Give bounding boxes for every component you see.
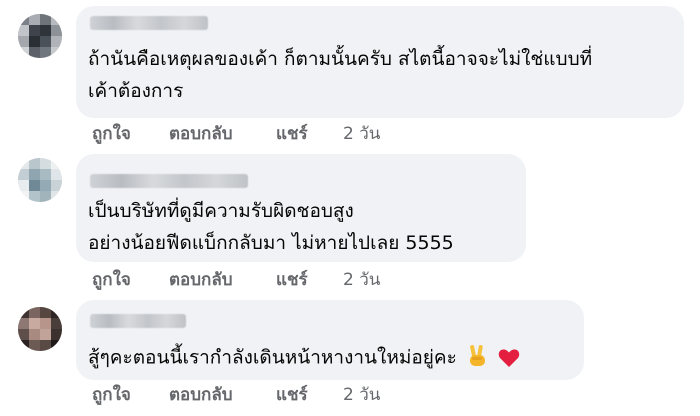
avatar[interactable] <box>18 14 62 58</box>
red-heart-icon <box>498 349 520 367</box>
author-name-redacted[interactable] <box>90 174 248 188</box>
comment-text-line: เค้าต้องการ <box>88 80 184 102</box>
comment-2: เป็นบริษัทที่ดูมีความรับผิดชอบสูง อย่างน… <box>0 150 700 295</box>
author-name-redacted[interactable] <box>90 16 208 30</box>
comment-3: สู้ๆคะตอนนี้เรากำลังเดินหน้าหางานใหม่อยู… <box>0 295 700 416</box>
timestamp[interactable]: 2 วัน <box>343 123 380 145</box>
timestamp[interactable]: 2 วัน <box>343 384 380 406</box>
comment-text: สู้ๆคะตอนนี้เรากำลังเดินหน้าหางานใหม่อยู… <box>88 346 457 369</box>
comment-bubble: เป็นบริษัทที่ดูมีความรับผิดชอบสูง อย่างน… <box>76 154 526 262</box>
avatar[interactable] <box>18 307 62 351</box>
comment-text-line: เป็นบริษัทที่ดูมีความรับผิดชอบสูง <box>88 200 354 222</box>
comment-bubble: สู้ๆคะตอนนี้เรากำลังเดินหน้าหางานใหม่อยู… <box>76 300 584 380</box>
comment-text-line: สู้ๆคะตอนนี้เรากำลังเดินหน้าหางานใหม่อยู… <box>88 344 520 372</box>
share-button[interactable]: แชร์ <box>276 384 308 406</box>
reply-button[interactable]: ตอบกลับ <box>169 384 233 406</box>
timestamp[interactable]: 2 วัน <box>343 269 380 291</box>
reply-button[interactable]: ตอบกลับ <box>169 123 233 145</box>
share-button[interactable]: แชร์ <box>276 123 308 145</box>
comment-text-line: อย่างน้อยฟีดแบ็กกลับมา ไม่หายไปเลย 5555 <box>88 232 454 254</box>
reply-button[interactable]: ตอบกลับ <box>169 269 233 291</box>
emoji-group <box>467 344 520 372</box>
like-button[interactable]: ถูกใจ <box>92 123 131 145</box>
comment-bubble: ถ้านันคือเหตุผลของเค้า ก็ตามนั้นครับ สไต… <box>76 6 684 118</box>
victory-hand-icon <box>469 345 485 366</box>
share-button[interactable]: แชร์ <box>276 269 308 291</box>
comment-1: ถ้านันคือเหตุผลของเค้า ก็ตามนั้นครับ สไต… <box>0 0 700 150</box>
author-name-redacted[interactable] <box>90 314 186 328</box>
like-button[interactable]: ถูกใจ <box>92 269 131 291</box>
like-button[interactable]: ถูกใจ <box>92 384 131 406</box>
comment-text-line: ถ้านันคือเหตุผลของเค้า ก็ตามนั้นครับ สไต… <box>88 48 593 70</box>
avatar[interactable] <box>18 158 62 202</box>
